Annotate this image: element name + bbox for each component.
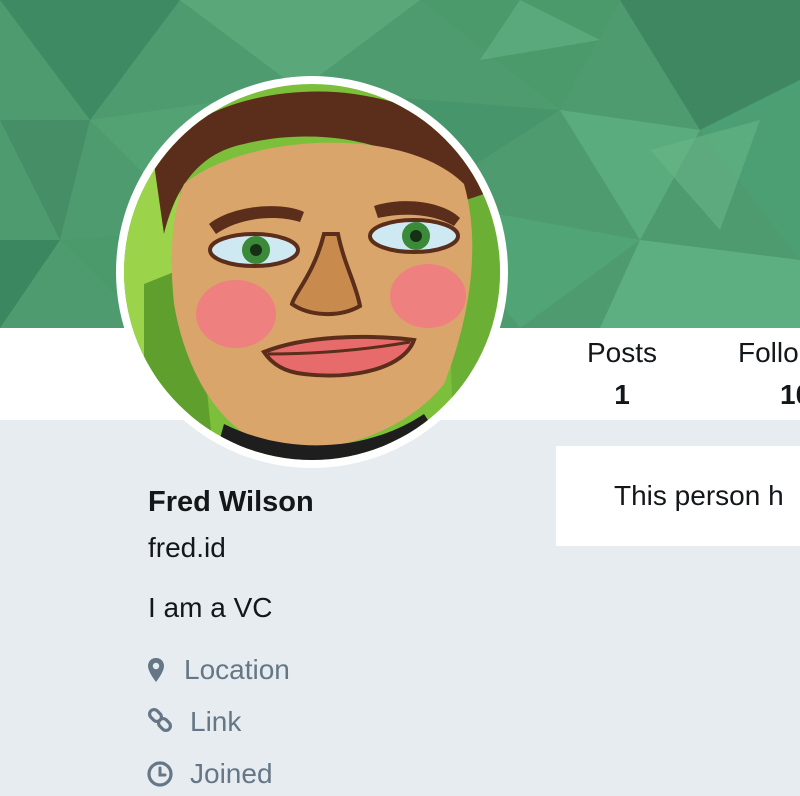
meta-joined-label: Joined [190,758,273,789]
avatar[interactable] [124,84,500,460]
meta-location-label: Location [184,654,290,685]
map-pin-icon [148,658,164,682]
profile-handle: fred.id [148,532,226,563]
clock-icon [147,761,173,787]
feed-empty-card: This person h [556,446,800,546]
stat-posts[interactable]: Posts 1 [580,338,664,410]
feed-empty-text: This person h [614,480,784,511]
profile-bio: I am a VC [148,592,273,623]
meta-location: Location [146,654,290,686]
stat-posts-value: 1 [614,379,630,410]
meta-joined: Joined [146,758,273,790]
profile-name: Fred Wilson [148,486,314,518]
link-icon [147,707,173,733]
stat-posts-label: Posts [586,337,658,368]
meta-link[interactable]: Link [146,706,241,738]
stat-following-label: Follo [738,337,799,368]
meta-link-label: Link [190,706,242,737]
stat-following-value: 10 [780,379,800,410]
stat-following[interactable]: Follo 10 [738,338,800,410]
avatar-frame [116,76,508,468]
avatar-portrait-icon [124,84,500,460]
profile-page: Posts 1 Follo 10 This person h [0,0,800,796]
